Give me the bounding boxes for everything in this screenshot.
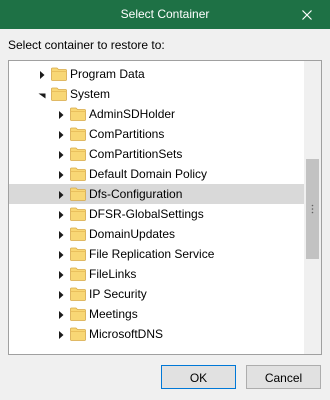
tree-item-label: Meetings bbox=[89, 307, 138, 321]
tree-item[interactable]: Default Domain Policy bbox=[9, 164, 304, 184]
scrollbar-thumb[interactable] bbox=[306, 159, 319, 259]
collapsed-arrow-icon[interactable] bbox=[56, 149, 66, 159]
tree-item[interactable]: ComPartitionSets bbox=[9, 144, 304, 164]
tree-item[interactable]: ComPartitions bbox=[9, 124, 304, 144]
tree-item[interactable]: DomainUpdates bbox=[9, 224, 304, 244]
tree-item[interactable]: File Replication Service bbox=[9, 244, 304, 264]
tree-item-label: ComPartitions bbox=[89, 127, 165, 141]
cancel-button[interactable]: Cancel bbox=[246, 365, 321, 389]
close-button[interactable] bbox=[284, 0, 330, 29]
prompt-label: Select container to restore to: bbox=[8, 38, 165, 52]
folder-icon bbox=[70, 247, 86, 261]
collapsed-arrow-icon[interactable] bbox=[56, 289, 66, 299]
expanded-arrow-icon[interactable] bbox=[37, 89, 47, 99]
collapsed-arrow-icon[interactable] bbox=[56, 249, 66, 259]
tree-item[interactable]: IP Security bbox=[9, 284, 304, 304]
collapsed-arrow-icon[interactable] bbox=[56, 109, 66, 119]
collapsed-arrow-icon[interactable] bbox=[56, 329, 66, 339]
folder-icon bbox=[70, 187, 86, 201]
tree-item-label: DFSR-GlobalSettings bbox=[89, 207, 204, 221]
collapsed-arrow-icon[interactable] bbox=[56, 229, 66, 239]
tree-item-label: DomainUpdates bbox=[89, 227, 176, 241]
folder-icon bbox=[70, 227, 86, 241]
tree-item[interactable]: System bbox=[9, 84, 304, 104]
folder-icon bbox=[70, 167, 86, 181]
dialog-footer: OK Cancel bbox=[0, 355, 330, 400]
close-icon bbox=[302, 9, 312, 20]
folder-icon bbox=[70, 147, 86, 161]
tree-item-label: IP Security bbox=[89, 287, 147, 301]
folder-icon bbox=[51, 87, 67, 101]
folder-icon bbox=[70, 327, 86, 341]
tree-item-label: System bbox=[70, 87, 111, 101]
tree-item-label: File Replication Service bbox=[89, 247, 215, 261]
container-tree[interactable]: Program Data System AdminSDHolder ComPartit… bbox=[8, 60, 322, 355]
collapsed-arrow-icon[interactable] bbox=[37, 69, 47, 79]
folder-icon bbox=[70, 107, 86, 121]
window-title: Select Container bbox=[120, 7, 210, 21]
ok-button[interactable]: OK bbox=[161, 365, 236, 389]
collapsed-arrow-icon[interactable] bbox=[56, 189, 66, 199]
folder-icon bbox=[51, 67, 67, 81]
tree-item-label: Program Data bbox=[70, 67, 145, 81]
tree-item[interactable]: Meetings bbox=[9, 304, 304, 324]
tree-item-label: ComPartitionSets bbox=[89, 147, 183, 161]
tree-item-label: Dfs-Configuration bbox=[89, 187, 183, 201]
vertical-scrollbar[interactable] bbox=[304, 61, 321, 354]
collapsed-arrow-icon[interactable] bbox=[56, 309, 66, 319]
tree-item-label: MicrosoftDNS bbox=[89, 327, 164, 341]
tree-item-label: Default Domain Policy bbox=[89, 167, 208, 181]
folder-icon bbox=[70, 287, 86, 301]
collapsed-arrow-icon[interactable] bbox=[56, 129, 66, 139]
collapsed-arrow-icon[interactable] bbox=[56, 169, 66, 179]
tree-item[interactable]: DFSR-GlobalSettings bbox=[9, 204, 304, 224]
collapsed-arrow-icon[interactable] bbox=[56, 209, 66, 219]
grip-icon bbox=[311, 204, 314, 214]
tree-item-label: AdminSDHolder bbox=[89, 107, 176, 121]
tree-item-label: FileLinks bbox=[89, 267, 137, 281]
title-bar: Select Container bbox=[0, 0, 330, 29]
collapsed-arrow-icon[interactable] bbox=[56, 269, 66, 279]
tree-item[interactable]: FileLinks bbox=[9, 264, 304, 284]
folder-icon bbox=[70, 207, 86, 221]
tree-item[interactable]: Program Data bbox=[9, 64, 304, 84]
tree-item[interactable]: AdminSDHolder bbox=[9, 104, 304, 124]
folder-icon bbox=[70, 127, 86, 141]
folder-icon bbox=[70, 267, 86, 281]
tree-item[interactable]: Dfs-Configuration bbox=[9, 184, 304, 204]
tree-item[interactable]: MicrosoftDNS bbox=[9, 324, 304, 344]
folder-icon bbox=[70, 307, 86, 321]
